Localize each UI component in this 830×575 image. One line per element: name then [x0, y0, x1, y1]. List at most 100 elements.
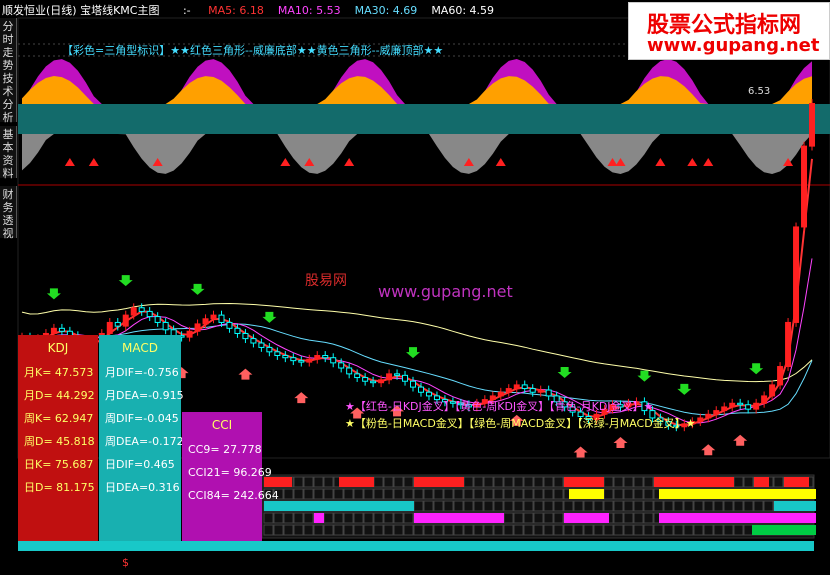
candle-body	[809, 103, 815, 147]
chart-title: 顺发恒业(日线) 宝塔线KMC主图	[2, 4, 160, 17]
candle-body	[777, 366, 784, 386]
candle-body	[338, 362, 345, 369]
macd-row: 月DEA=-0.915	[105, 389, 184, 402]
signal-bar	[752, 525, 816, 535]
candle-body	[282, 355, 289, 359]
kdj-row: 月D= 44.292	[24, 389, 95, 402]
candle-body	[58, 327, 65, 332]
candle-body	[114, 321, 121, 327]
tab-technical[interactable]: 技术分析	[0, 70, 17, 124]
candle-body	[378, 379, 385, 384]
candle-body	[793, 226, 800, 323]
candle-body	[186, 330, 193, 338]
kdj-row: 周D= 45.818	[24, 435, 95, 448]
candle-body	[410, 380, 417, 388]
kdj-row: 日D= 81.175	[24, 481, 95, 494]
kdj-title: KDJ	[47, 341, 69, 355]
candle-body	[306, 358, 313, 363]
center-watermark: www.gupang.net	[378, 282, 513, 301]
chart-header: 顺发恒业(日线) 宝塔线KMC主图 :- MA5: 6.18 MA10: 5.53…	[2, 2, 494, 18]
header-dash: :-	[182, 4, 191, 17]
candle-body	[194, 323, 201, 332]
candle-body	[322, 355, 329, 359]
candle-body	[801, 145, 808, 228]
bottom-mark: $	[122, 556, 129, 569]
candle-body	[146, 310, 153, 318]
signal-bar	[569, 489, 604, 499]
signal-bar	[339, 477, 374, 487]
candle-body	[370, 380, 377, 384]
ma-legend-item: MA10: 5.53	[277, 4, 341, 17]
candle-body	[537, 389, 544, 393]
cci-row: CCI84= 242.664	[188, 489, 279, 502]
center-watermark-cn: 股易网	[305, 273, 347, 289]
candle-body	[346, 367, 353, 375]
cci-row: CC9= 27.778	[188, 443, 262, 456]
candle-body	[226, 321, 233, 329]
cci-row: CCI21= 96.269	[188, 466, 272, 479]
candle-body	[210, 314, 217, 320]
legend-bottom-1: ★【红色-日KDJ金叉】【黄色-周KDJ金叉】【青色-月KDJ金叉】★	[345, 400, 654, 413]
cci-title: CCI	[211, 418, 233, 432]
tab-intraday[interactable]: 分时走势	[0, 18, 17, 72]
candle-body	[729, 402, 736, 408]
signal-bar	[414, 477, 464, 487]
signal-bar	[654, 477, 734, 487]
candle-body	[497, 391, 504, 397]
watermark-logo: 股票公式指标网 www.gupang.net	[628, 2, 830, 60]
candle-body	[314, 355, 321, 360]
signal-bar	[564, 477, 604, 487]
signal-bar	[774, 501, 816, 511]
kdj-row: 月K= 47.573	[24, 366, 94, 379]
candle-body	[505, 388, 512, 393]
candle-body	[330, 357, 337, 364]
candle-body	[242, 332, 249, 340]
candle-body	[138, 307, 145, 312]
candle-body	[218, 314, 225, 323]
macd-row: 周DIF=-0.045	[105, 412, 179, 425]
candle-body	[250, 338, 257, 344]
candle-body	[513, 384, 520, 390]
tab-financial[interactable]: 财务透视	[0, 186, 17, 240]
candle-body	[761, 395, 768, 404]
macd-row: 日DIF=0.465	[105, 458, 175, 471]
candle-body	[266, 346, 273, 353]
candle-body	[298, 360, 305, 363]
ma-legend-item: MA60: 4.59	[431, 4, 495, 17]
macd-title: MACD	[122, 341, 158, 355]
candle-body	[162, 321, 169, 331]
macd-panel: MACD 月DIF=-0.756 月DEA=-0.915 周DIF=-0.045…	[99, 335, 184, 541]
macd-row: 周DEA=-0.172	[105, 435, 184, 448]
legend-top: 【彩色=三角型标识】★★红色三角形--威廉底部★★黄色三角形--威廉顶部★★	[62, 44, 444, 57]
signal-bar	[784, 477, 809, 487]
tab-basic-info[interactable]: 基本资料	[0, 126, 17, 180]
candle-body	[274, 351, 281, 357]
price-label: 6.53	[748, 86, 771, 97]
candle-body	[721, 406, 728, 412]
signal-bar	[264, 501, 414, 511]
candle-body	[769, 384, 776, 397]
candle-body	[202, 318, 209, 325]
candle-body	[290, 357, 297, 362]
candle-body	[417, 386, 424, 393]
cci-panel: CCI CC9= 27.778 CCI21= 96.269 CCI84= 242…	[182, 412, 279, 541]
candle-body	[386, 373, 393, 381]
candle-body	[258, 342, 265, 348]
candle-body	[545, 389, 552, 397]
ma-legend-item: MA5: 6.18	[208, 4, 264, 17]
candle-body	[362, 377, 369, 382]
signal-bar	[754, 477, 769, 487]
candle-body	[50, 327, 57, 334]
candle-body	[354, 373, 361, 379]
kdj-row: 日K= 75.687	[24, 458, 94, 471]
candle-body	[705, 413, 712, 419]
candle-body	[394, 373, 401, 376]
legend-bottom-2: ★【粉色-日MACD金叉】【绿色-周MACD金叉】【深绿-月MACD金叉】★	[345, 417, 696, 430]
signal-bar	[314, 513, 324, 523]
kdj-panel: KDJ 月K= 47.573 月D= 44.292 周K= 62.947 周D=…	[18, 335, 98, 541]
candle-body	[521, 384, 528, 390]
candle-body	[745, 404, 752, 410]
candle-body	[753, 402, 760, 410]
candle-body	[402, 374, 409, 382]
candle-body	[737, 402, 744, 406]
